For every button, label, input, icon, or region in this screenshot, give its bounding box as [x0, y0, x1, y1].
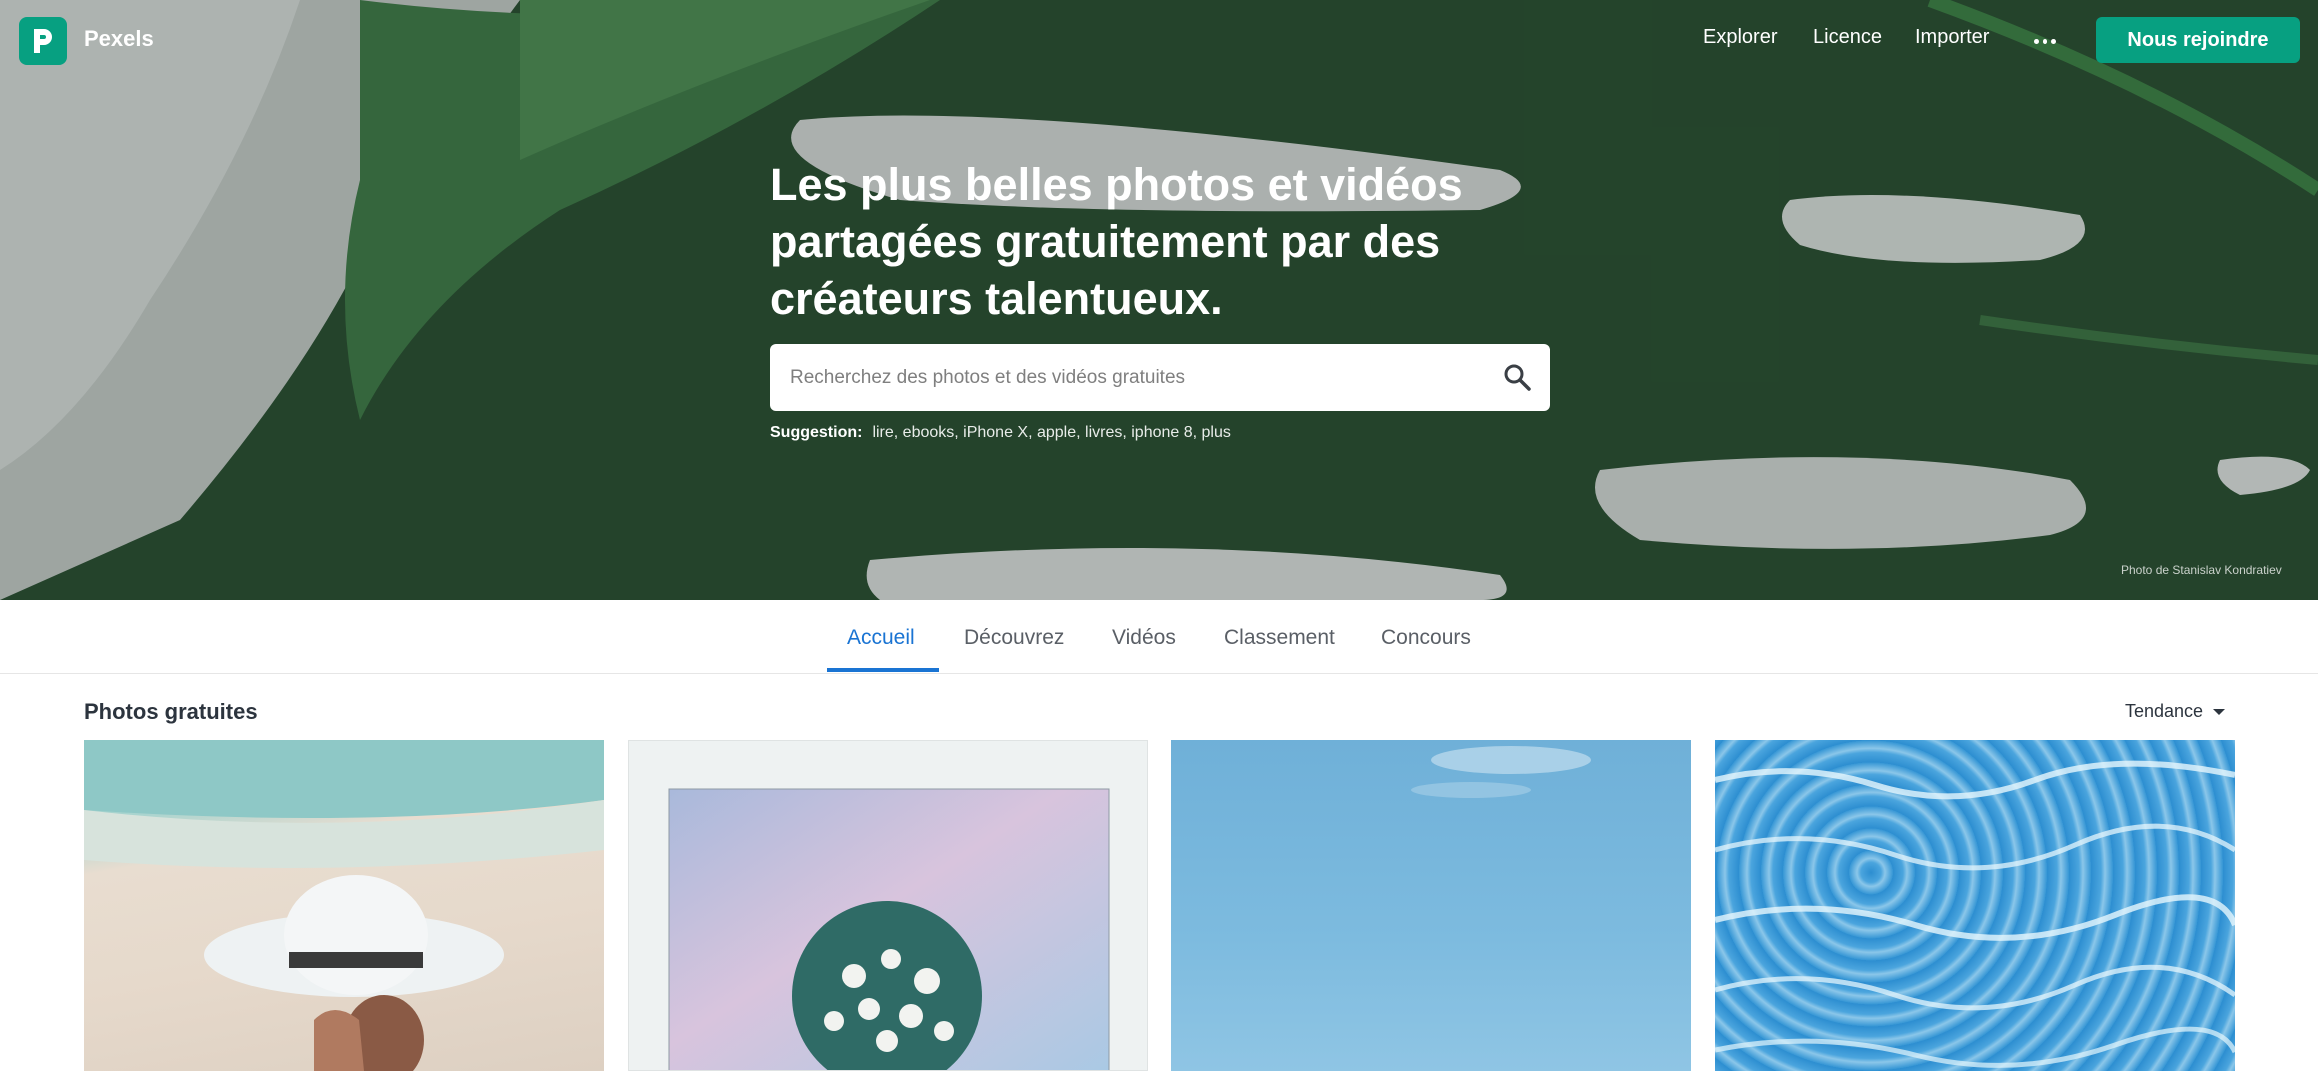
sort-dropdown[interactable]: Tendance	[2125, 701, 2226, 722]
section-title: Photos gratuites	[84, 699, 258, 724]
photo-blue-sky	[1411, 746, 1591, 798]
photo-card[interactable]	[628, 740, 1148, 1071]
ellipsis-icon[interactable]	[2034, 30, 2057, 52]
section-tabs: Accueil Découvrez Vidéos Classement Conc…	[0, 600, 2318, 674]
suggestion-label: Suggestion:	[770, 424, 863, 441]
photo-pool-water	[1715, 740, 2235, 1071]
logo-text[interactable]: Pexels	[84, 26, 154, 52]
tab-concours[interactable]: Concours	[1381, 626, 1471, 650]
tab-classement[interactable]: Classement	[1224, 626, 1335, 650]
tab-accueil[interactable]: Accueil	[847, 626, 915, 650]
photo-card[interactable]	[84, 740, 604, 1071]
nav-importer[interactable]: Importer	[1915, 26, 1989, 49]
nav-licence[interactable]: Licence	[1813, 26, 1882, 49]
photo-card[interactable]	[1171, 740, 1691, 1071]
tab-decouvrez[interactable]: Découvrez	[964, 626, 1064, 650]
pexels-logo-icon	[34, 29, 52, 53]
search-icon[interactable]	[1502, 362, 1532, 392]
top-nav: Pexels Explorer Licence Importer Nous re…	[0, 0, 2318, 82]
caret-down-icon	[2213, 708, 2226, 715]
photo-credit[interactable]: Photo de Stanislav Kondratiev	[2121, 563, 2282, 577]
photo-beach-woman	[84, 740, 604, 1071]
pexels-logo[interactable]	[19, 17, 67, 65]
search-bar	[770, 344, 1550, 411]
join-button[interactable]: Nous rejoindre	[2096, 17, 2300, 63]
photo-polaroid-flowers	[629, 741, 1147, 1070]
active-tab-indicator	[827, 668, 939, 672]
search-input[interactable]	[790, 344, 1470, 411]
sort-label: Tendance	[2125, 701, 2204, 721]
photo-card[interactable]	[1715, 740, 2235, 1071]
nav-explorer[interactable]: Explorer	[1703, 26, 1777, 49]
suggestion-links[interactable]: lire, ebooks, iPhone X, apple, livres, i…	[872, 424, 1230, 442]
hero-title: Les plus belles photos et vidéos partagé…	[770, 159, 1463, 324]
tab-videos[interactable]: Vidéos	[1112, 626, 1176, 650]
search-suggestions: Suggestion: lire, ebooks, iPhone X, appl…	[770, 424, 1231, 442]
